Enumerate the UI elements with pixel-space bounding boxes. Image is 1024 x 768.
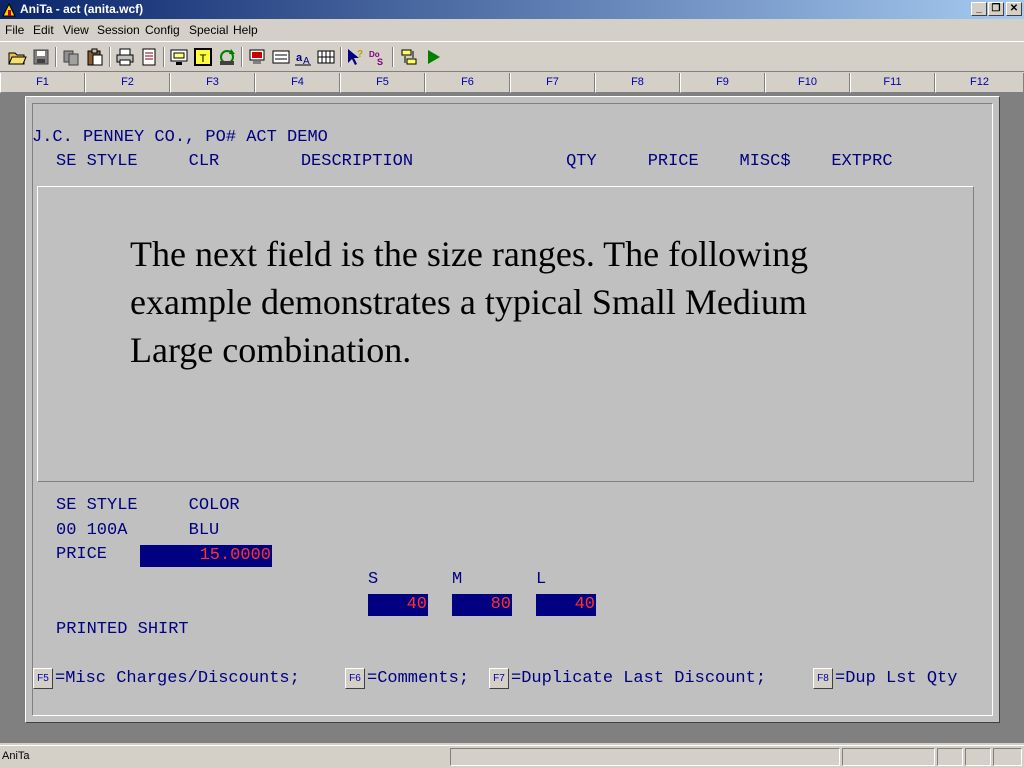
window-title: AniTa - act (anita.wcf) bbox=[20, 2, 144, 16]
svg-text:?: ? bbox=[357, 49, 363, 60]
print-icon[interactable] bbox=[115, 47, 135, 67]
toolbar: T aA ? Do S bbox=[0, 41, 1024, 72]
fkey-f4[interactable]: F4 bbox=[255, 73, 340, 93]
footer-f8-text: =Dup Lst Qty bbox=[835, 669, 958, 688]
toolbar-separator bbox=[55, 47, 57, 67]
fkey-f2[interactable]: F2 bbox=[85, 73, 170, 93]
price-field[interactable]: 15.0000 bbox=[140, 545, 272, 567]
menu-view[interactable]: View bbox=[63, 23, 89, 37]
size-qty-s[interactable]: 40 bbox=[368, 594, 428, 616]
item-description: PRINTED SHIRT bbox=[56, 620, 189, 639]
fkey-f11[interactable]: F11 bbox=[850, 73, 935, 93]
toolbar-separator bbox=[163, 47, 165, 67]
status-pane bbox=[993, 748, 1022, 766]
monitor-icon[interactable] bbox=[247, 47, 267, 67]
size-label-l: L bbox=[536, 570, 547, 589]
fkey-f1[interactable]: F1 bbox=[0, 73, 85, 93]
size-qty-l[interactable]: 40 bbox=[536, 594, 596, 616]
item-values: 00 100A BLU bbox=[56, 521, 220, 540]
print-preview-icon[interactable] bbox=[139, 47, 159, 67]
fkey-f6[interactable]: F6 bbox=[425, 73, 510, 93]
size-label-m: M bbox=[452, 570, 463, 589]
menu-bar: File Edit View Session Config Special He… bbox=[0, 19, 1024, 41]
footer-f7-button[interactable]: F7 bbox=[489, 668, 509, 689]
menu-session[interactable]: Session bbox=[97, 23, 140, 37]
toolbar-separator bbox=[340, 47, 342, 67]
svg-text:a: a bbox=[296, 52, 303, 64]
function-key-bar: F1 F2 F3 F4 F5 F6 F7 F8 F9 F10 F11 F12 bbox=[0, 73, 1024, 93]
fkey-f12[interactable]: F12 bbox=[935, 73, 1024, 93]
refresh-icon[interactable] bbox=[217, 47, 237, 67]
size-label-s: S bbox=[368, 570, 379, 589]
screen-icon[interactable] bbox=[169, 47, 189, 67]
column-headers: SE STYLE CLR DESCRIPTION QTY PRICE MISC$… bbox=[56, 152, 893, 171]
fkey-f10[interactable]: F10 bbox=[765, 73, 850, 93]
close-button[interactable]: ✕ bbox=[1006, 2, 1022, 16]
copy-icon[interactable] bbox=[61, 47, 81, 67]
footer-f7-text: =Duplicate Last Discount; bbox=[511, 669, 767, 688]
menu-config[interactable]: Config bbox=[145, 23, 180, 37]
footer-f8-button[interactable]: F8 bbox=[813, 668, 833, 689]
open-icon[interactable] bbox=[7, 47, 27, 67]
status-pane bbox=[965, 748, 991, 766]
menu-edit[interactable]: Edit bbox=[33, 23, 54, 37]
footer-f5-button[interactable]: F5 bbox=[33, 668, 53, 689]
status-bar: AniTa bbox=[0, 745, 1024, 768]
menu-file[interactable]: File bbox=[5, 23, 24, 37]
footer-f6-text: =Comments; bbox=[367, 669, 470, 688]
footer-f6-button[interactable]: F6 bbox=[345, 668, 365, 689]
menu-special[interactable]: Special bbox=[189, 23, 228, 37]
capture-icon[interactable]: T bbox=[193, 47, 213, 67]
price-label: PRICE bbox=[56, 545, 108, 564]
svg-text:T: T bbox=[200, 53, 207, 65]
font-icon[interactable]: aA bbox=[293, 47, 313, 67]
instruction-text: The next field is the size ranges. The f… bbox=[130, 234, 809, 370]
minimize-button[interactable]: _ bbox=[971, 2, 987, 16]
po-header: J.C. PENNEY CO., PO# ACT DEMO bbox=[32, 128, 328, 147]
title-bar: AniTa - act (anita.wcf) _ ❐ ✕ bbox=[0, 0, 1024, 19]
dos-icon[interactable]: Do S bbox=[368, 47, 388, 67]
transfer-icon[interactable] bbox=[399, 47, 419, 67]
fkey-f7[interactable]: F7 bbox=[510, 73, 595, 93]
pointer-help-icon[interactable]: ? bbox=[345, 47, 365, 67]
toolbar-separator bbox=[392, 47, 394, 67]
menu-help[interactable]: Help bbox=[233, 23, 258, 37]
toolbar-separator bbox=[241, 47, 243, 67]
fkey-f5[interactable]: F5 bbox=[340, 73, 425, 93]
run-icon[interactable] bbox=[423, 47, 443, 67]
size-qty-m[interactable]: 80 bbox=[452, 594, 512, 616]
paste-icon[interactable] bbox=[85, 47, 105, 67]
item-labels: SE STYLE COLOR bbox=[56, 496, 240, 515]
toolbar-separator bbox=[109, 47, 111, 67]
restore-button[interactable]: ❐ bbox=[988, 2, 1004, 16]
svg-text:S: S bbox=[377, 57, 383, 67]
grid-icon[interactable] bbox=[316, 47, 336, 67]
save-icon[interactable] bbox=[31, 47, 51, 67]
keyboard-map-icon[interactable] bbox=[271, 47, 291, 67]
status-pane bbox=[450, 748, 840, 766]
status-pane bbox=[937, 748, 963, 766]
fkey-f9[interactable]: F9 bbox=[680, 73, 765, 93]
footer-f5-text: =Misc Charges/Discounts; bbox=[55, 669, 300, 688]
fkey-f3[interactable]: F3 bbox=[170, 73, 255, 93]
fkey-f8[interactable]: F8 bbox=[595, 73, 680, 93]
status-pane bbox=[842, 748, 935, 766]
status-text: AniTa bbox=[2, 750, 30, 762]
app-icon bbox=[2, 2, 16, 17]
